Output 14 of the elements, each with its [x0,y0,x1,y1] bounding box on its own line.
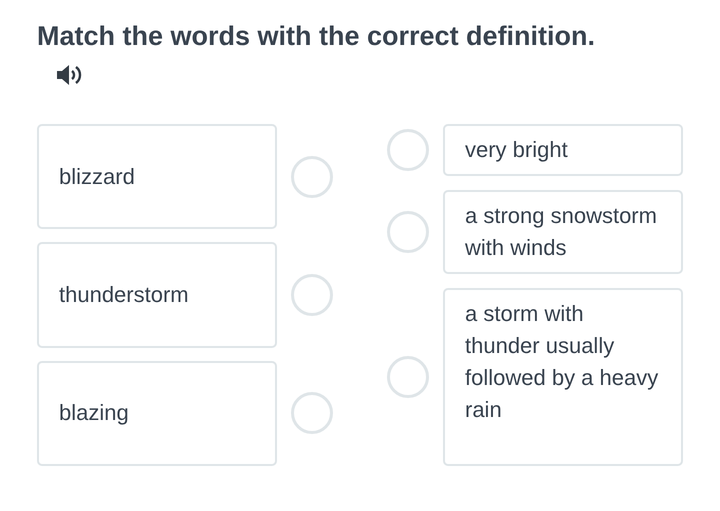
word-card[interactable]: blizzard [37,124,277,230]
radio-circle[interactable] [387,356,429,398]
radio-circle[interactable] [387,211,429,253]
radio-circle[interactable] [291,156,333,198]
definition-card[interactable]: very bright [443,124,683,176]
radio-circle[interactable] [291,274,333,316]
radio-circle[interactable] [291,392,333,434]
definition-card[interactable]: a strong snowstorm with winds [443,190,683,274]
definition-card[interactable]: a storm with thunder usually followed by a heavy rain [443,288,683,466]
word-card[interactable]: blazing [37,360,277,466]
speaker-icon[interactable] [56,64,84,86]
exercise-title: Match the words with the correct definition. [37,20,596,53]
radio-circle[interactable] [387,129,429,171]
word-card[interactable]: thunderstorm [37,242,277,348]
